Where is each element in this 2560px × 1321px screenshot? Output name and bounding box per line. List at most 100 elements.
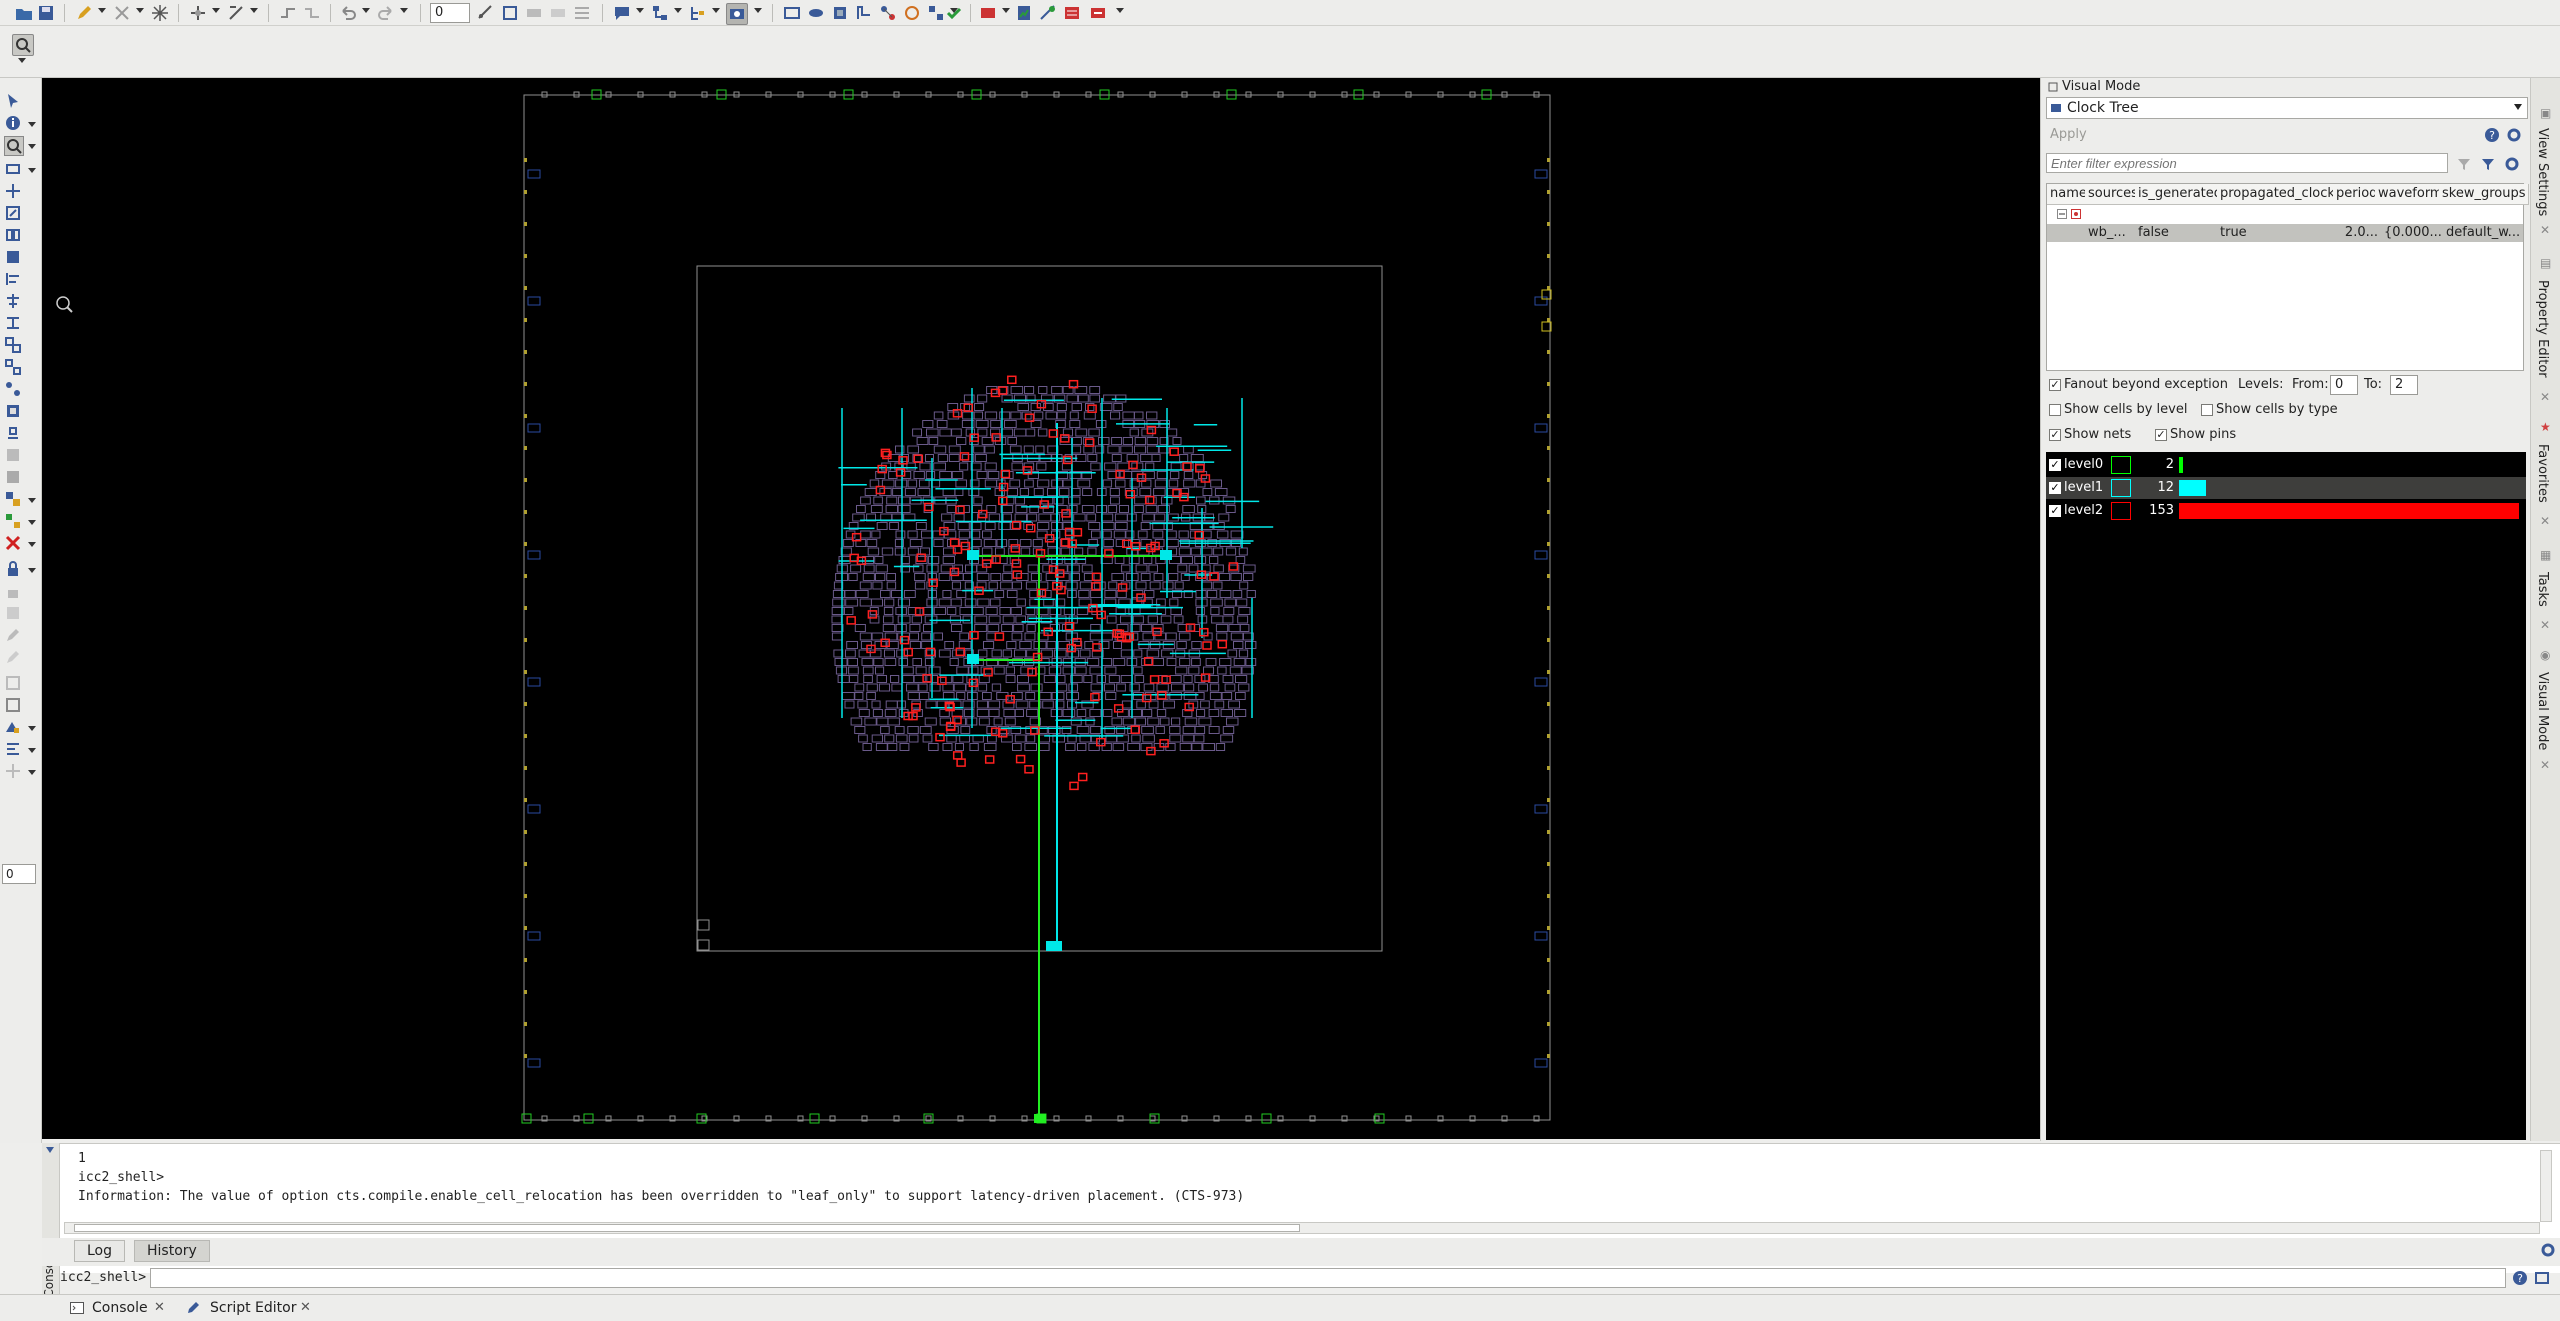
tab-visual-mode[interactable]: Visual Mode (2535, 672, 2550, 750)
chevron-down-icon[interactable] (362, 8, 370, 13)
delete-shape-icon[interactable] (112, 3, 132, 23)
check-icon[interactable] (944, 3, 964, 23)
close-icon[interactable]: ✕ (2540, 223, 2550, 237)
tab-view-settings[interactable]: View Settings (2535, 128, 2550, 216)
column-header-skew-groups[interactable]: skew_groups (2439, 184, 2529, 205)
pencil-icon[interactable] (74, 3, 94, 23)
open-folder-icon[interactable] (14, 3, 34, 23)
eye-icon[interactable] (806, 3, 826, 23)
show-cells-by-level-checkbox[interactable] (2049, 404, 2061, 416)
filter-input[interactable] (2046, 153, 2448, 173)
chevron-down-icon[interactable] (1116, 8, 1124, 13)
collapse-icon[interactable] (2057, 208, 2067, 219)
distribute-icon[interactable] (524, 3, 544, 23)
console-hscroll-thumb[interactable] (74, 1224, 1300, 1232)
redo-icon[interactable] (376, 3, 396, 23)
help-icon[interactable]: ? (2484, 127, 2500, 143)
show-nets-checkbox[interactable]: ✓ (2049, 429, 2061, 441)
edit-icon[interactable] (4, 626, 22, 644)
level-checkbox[interactable]: ✓ (2049, 459, 2061, 471)
report-icon[interactable] (1014, 3, 1034, 23)
chevron-down-icon[interactable] (28, 498, 36, 503)
select-pointer-icon[interactable] (4, 92, 22, 110)
apply-button[interactable]: Apply (2046, 125, 2087, 145)
column-header-waveform[interactable]: waveform (2375, 184, 2443, 205)
column-header-is-generated[interactable]: is_generated (2135, 184, 2221, 205)
help-icon[interactable]: ? (2512, 1270, 2528, 1286)
tab-tasks[interactable]: Tasks (2535, 572, 2550, 607)
align-center-icon[interactable] (4, 292, 22, 310)
show-pins-checkbox[interactable]: ✓ (2155, 429, 2167, 441)
tab-property-editor[interactable]: Property Editor (2535, 280, 2550, 378)
tab-log[interactable]: Log (74, 1240, 126, 1262)
zoom-tool-icon[interactable] (12, 34, 34, 56)
chevron-down-icon[interactable] (28, 726, 36, 731)
filter-settings-icon[interactable] (2504, 156, 2520, 172)
palette-icon[interactable] (4, 490, 22, 508)
path-icon[interactable] (4, 740, 22, 758)
column-header-name[interactable]: name (2047, 184, 2089, 205)
show-cells-by-type-checkbox[interactable] (2201, 404, 2213, 416)
cell-icon[interactable] (830, 3, 850, 23)
spacing-icon[interactable] (4, 314, 22, 332)
chevron-down-icon[interactable] (28, 122, 36, 127)
to-spinbox[interactable]: 2 (2390, 375, 2418, 395)
flip-icon[interactable] (4, 226, 22, 244)
console-vscroll[interactable] (2540, 1150, 2552, 1222)
chevron-down-icon[interactable] (136, 8, 144, 13)
tab-favorites[interactable]: Favorites (2535, 444, 2550, 503)
placement-icon[interactable] (4, 446, 22, 464)
select-area-icon[interactable] (4, 674, 22, 692)
tab-script-editor[interactable]: Script Editor (186, 1297, 297, 1319)
spread-icon[interactable] (572, 3, 592, 23)
undo-icon[interactable] (338, 3, 358, 23)
chevron-down-icon[interactable] (28, 144, 36, 149)
visual-mode-icon[interactable] (726, 3, 748, 25)
drc-icon[interactable] (978, 3, 998, 23)
congestion-icon[interactable] (1062, 3, 1082, 23)
chevron-down-icon[interactable] (754, 8, 762, 13)
split-icon[interactable] (4, 380, 22, 398)
window-icon[interactable] (2534, 1270, 2550, 1286)
chevron-down-icon[interactable] (400, 8, 408, 13)
close-icon[interactable]: ✕ (2540, 618, 2550, 632)
pin-icon[interactable] (854, 3, 874, 23)
copy-icon[interactable] (4, 248, 22, 266)
chevron-down-icon[interactable] (2514, 104, 2522, 110)
chevron-down-icon[interactable] (250, 8, 258, 13)
chevron-down-icon[interactable] (28, 542, 36, 547)
settings-gear-icon[interactable] (2506, 127, 2522, 143)
collapse-arrow-icon[interactable] (46, 1147, 54, 1153)
stack-icon[interactable] (548, 3, 568, 23)
comment-icon[interactable] (612, 3, 632, 23)
pin-tool-icon[interactable] (4, 424, 22, 442)
close-icon[interactable]: ✕ (300, 1297, 311, 1319)
info-icon[interactable] (4, 114, 22, 132)
measure-icon[interactable] (4, 718, 22, 736)
fanout-checkbox[interactable]: ✓ (2049, 379, 2061, 391)
layout-canvas[interactable] (42, 78, 2040, 1139)
lock-icon[interactable] (4, 560, 22, 578)
chevron-down-icon[interactable] (712, 8, 720, 13)
chevron-down-icon[interactable] (18, 58, 26, 63)
filter-active-icon[interactable] (2480, 156, 2496, 172)
zoom-icon[interactable] (4, 136, 24, 156)
chevron-down-icon[interactable] (28, 748, 36, 753)
column-header-propagated-clock[interactable]: propagated_clock (2217, 184, 2337, 205)
level-row-1[interactable]: ✓ level1 12 (2046, 477, 2526, 499)
tree-icon[interactable] (688, 3, 708, 23)
move-icon[interactable] (4, 182, 22, 200)
box-icon[interactable] (4, 696, 22, 714)
stretch-icon[interactable] (4, 204, 22, 222)
level-row-0[interactable]: ✓ level0 2 (2046, 454, 2526, 476)
macro-icon[interactable] (4, 402, 22, 420)
sparkle-icon[interactable] (150, 3, 170, 23)
error-report-icon[interactable] (1088, 3, 1108, 23)
route-icon[interactable] (188, 3, 208, 23)
ruler-icon[interactable] (476, 3, 496, 23)
close-icon[interactable]: ✕ (2540, 390, 2550, 404)
console-settings-icon[interactable] (2540, 1242, 2556, 1258)
hierarchy-icon[interactable] (650, 3, 670, 23)
net-icon[interactable] (878, 3, 898, 23)
chevron-down-icon[interactable] (28, 770, 36, 775)
